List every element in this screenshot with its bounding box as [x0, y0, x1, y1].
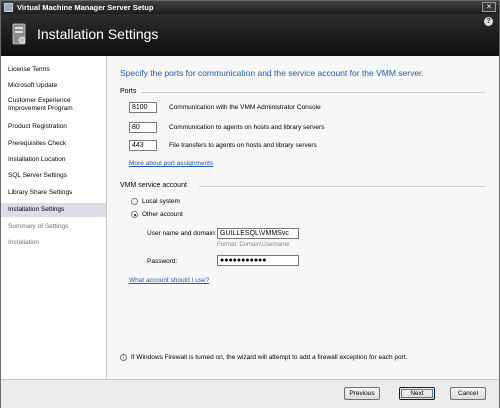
local-system-label[interactable]: Local system: [142, 198, 180, 205]
cancel-button[interactable]: Cancel: [450, 387, 486, 400]
sidebar-item-prerequisites-check: Prerequisites Check: [8, 140, 67, 147]
sidebar-item-label: Installation Settings: [8, 206, 65, 213]
setup-window: Virtual Machine Manager Server Setup × I…: [0, 0, 500, 408]
help-icon[interactable]: ?: [484, 17, 493, 26]
password-field[interactable]: [217, 255, 299, 266]
file-transfer-port-label: File transfers to agents on hosts and li…: [169, 142, 317, 149]
account-group-label: VMM service account: [120, 182, 187, 189]
sidebar-item-summary-of-settings: Summary of Settings: [8, 223, 69, 230]
username-field[interactable]: [217, 228, 299, 239]
what-account-link[interactable]: What account should I use?: [129, 277, 209, 284]
sidebar-item-installation-settings: Installation Settings: [1, 203, 106, 217]
port-assignments-link[interactable]: More about port assignments: [129, 160, 213, 167]
local-system-radio[interactable]: [131, 198, 138, 205]
intro-text: Specify the ports for communication and …: [120, 68, 424, 78]
agent-port-label: Communication to agents on hosts and lib…: [169, 124, 325, 131]
ports-divider: [141, 92, 485, 93]
agent-port-input[interactable]: [129, 122, 157, 133]
console-port-input[interactable]: [129, 102, 157, 113]
username-format-hint: Format: Domain\Username: [217, 242, 290, 248]
main-panel: Specify the ports for communication and …: [107, 56, 499, 379]
next-button[interactable]: Next: [399, 387, 435, 400]
firewall-info: i If Windows Firewall is turned on, the w…: [120, 354, 407, 361]
window-title: Virtual Machine Manager Server Setup: [17, 3, 154, 12]
other-account-radio[interactable]: [131, 211, 138, 218]
sidebar-item-ceip: Customer Experience Improvement Program: [8, 97, 73, 112]
ports-group-label: Ports: [120, 88, 137, 95]
sidebar-item-installation: Installation: [8, 239, 40, 246]
username-label: User name and domain:: [147, 230, 217, 237]
sidebar-item-product-registration: Product Registration: [8, 123, 67, 130]
sidebar-item-microsoft-update: Microsoft Update: [8, 82, 58, 89]
firewall-info-text: If Windows Firewall is turned on, the wi…: [131, 354, 408, 362]
wizard-footer: Previous Next Cancel: [1, 379, 499, 408]
file-transfer-port-input[interactable]: [129, 140, 157, 151]
server-setup-icon: [12, 23, 26, 45]
console-port-label: Communication with the VMM Administrator…: [169, 104, 321, 111]
other-account-label[interactable]: Other account: [142, 211, 183, 218]
info-icon: i: [120, 354, 127, 361]
sidebar-item-sql-server-settings: SQL Server Settings: [8, 172, 68, 179]
password-label: Password:: [147, 258, 178, 265]
sidebar-item-license-terms: License Terms: [8, 66, 50, 73]
app-icon: [4, 3, 13, 12]
close-button[interactable]: ×: [482, 2, 496, 12]
page-title: Installation Settings: [37, 26, 159, 42]
wizard-steps-sidebar: License Terms Microsoft Update Customer …: [1, 56, 107, 379]
title-bar: Virtual Machine Manager Server Setup ×: [1, 1, 499, 14]
sidebar-item-installation-location: Installation Location: [8, 156, 66, 163]
page-header: Installation Settings ?: [1, 14, 499, 56]
previous-button[interactable]: Previous: [344, 387, 380, 400]
account-divider: [199, 186, 485, 187]
sidebar-item-library-share-settings: Library Share Settings: [8, 189, 73, 196]
